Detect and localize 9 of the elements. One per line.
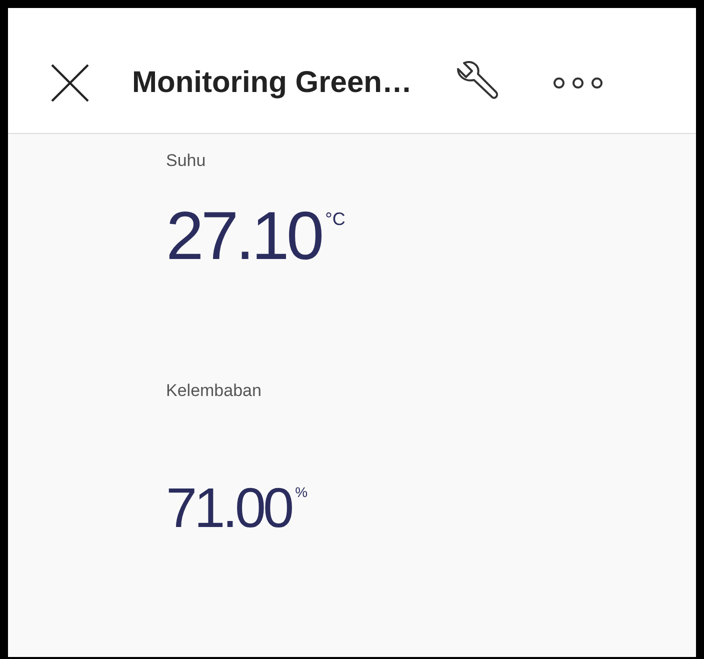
window-title: Monitoring Green… — [132, 65, 412, 101]
unit-label: % — [295, 482, 308, 502]
widget-label: Kelembaban — [166, 380, 262, 402]
value-reading: 71.00 — [166, 474, 293, 540]
unit-label: °C — [325, 208, 346, 230]
more-icon — [553, 76, 603, 88]
widget-label: Suhu — [166, 150, 206, 172]
value-reading: 27.10 — [166, 196, 322, 276]
close-icon — [50, 62, 90, 102]
